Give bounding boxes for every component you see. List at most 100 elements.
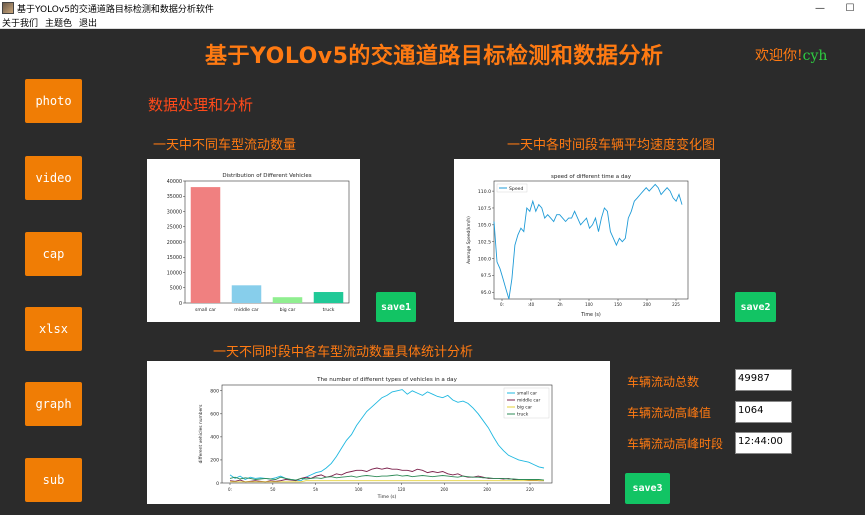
photo-button[interactable]: photo — [25, 79, 82, 123]
series-line — [229, 467, 544, 483]
y-tick-label: 107.5 — [478, 206, 491, 212]
x-tick-label: 50 — [270, 487, 276, 492]
y-tick-label: 105.0 — [478, 223, 491, 229]
x-tick-label: 0: — [228, 487, 232, 492]
chart-title-text: The number of different types of vehicle… — [316, 377, 458, 383]
x-tick-label: small car — [195, 307, 216, 313]
y-axis-label: different vehicles numbers — [198, 404, 204, 463]
x-tick-label: 100 — [355, 487, 363, 492]
y-tick-label: 95.0 — [481, 290, 491, 296]
speed-line-chart-svg: speed of different time a day 95.0 97.5 100… — [466, 174, 689, 318]
total-field[interactable]: 49987 — [735, 369, 792, 391]
vehicle-timeline-chart: The number of different types of vehicle… — [147, 361, 610, 504]
legend-label: small car — [517, 391, 537, 397]
username: cyh — [802, 48, 828, 64]
x-tick-label: :40 — [528, 302, 535, 307]
x-tick-label: 100 — [585, 302, 593, 307]
y-tick-label: 600 — [210, 412, 219, 418]
peak-label: 车辆流动高峰值 — [627, 406, 712, 420]
x-tick-label: big car — [280, 307, 296, 313]
window-controls: — ☐ — [805, 0, 865, 16]
window-title: 基于YOLOv5的交通道路目标检测和数据分析软件 — [17, 4, 214, 15]
chart1-title: 一天中不同车型流动数量 — [153, 138, 297, 153]
y-tick-label: 0 — [179, 301, 182, 307]
y-tick-label: 5000 — [170, 286, 182, 292]
y-tick-label: 102.5 — [478, 239, 491, 245]
y-axis-label: Average Speed(km/h) — [466, 216, 472, 264]
video-button[interactable]: video — [25, 156, 82, 200]
x-tick-label: 5h — [313, 487, 319, 492]
title-bar: 基于YOLOv5的交通道路目标检测和数据分析软件 — ☐ — [0, 0, 865, 16]
total-label: 车辆流动总数 — [627, 375, 700, 389]
x-tick-label: 200 — [643, 302, 651, 307]
bar — [190, 187, 221, 303]
maximize-button[interactable]: ☐ — [835, 0, 865, 16]
chart3-title: 一天不同时段中各车型流动数量具体统计分析 — [213, 345, 474, 360]
y-tick-label: 15000 — [167, 255, 182, 261]
y-tick-label: 40000 — [167, 179, 182, 185]
speed-series-line — [493, 183, 683, 300]
bar — [231, 285, 262, 303]
section-title: 数据处理和分析 — [148, 96, 254, 114]
xlsx-button[interactable]: xlsx — [25, 307, 82, 351]
y-tick-label: 200 — [210, 458, 219, 464]
x-tick-label: 120 — [398, 487, 406, 492]
legend-label: big car — [517, 405, 532, 411]
x-tick-label: 150 — [614, 302, 622, 307]
speed-chart: speed of different time a day 95.0 97.5 100… — [454, 159, 720, 322]
menu-theme[interactable]: 主题色 — [43, 16, 74, 29]
y-tick-label: 0 — [216, 481, 219, 487]
x-tick-label: 0: — [500, 302, 504, 307]
x-tick-label: 200 — [483, 487, 491, 492]
legend-label: middle car — [517, 398, 540, 404]
y-tick-label: 30000 — [167, 209, 182, 215]
peak-field[interactable]: 1064 — [735, 401, 792, 423]
menu-exit[interactable]: 退出 — [77, 16, 99, 29]
x-tick-label: truck — [323, 307, 335, 313]
chart-title-text: Distribution of Different Vehicles — [222, 173, 311, 179]
y-tick-label: 97.5 — [481, 273, 491, 279]
y-tick-label: 20000 — [167, 240, 182, 246]
vehicle-distribution-chart: Distribution of Different Vehicles 0 5000 1… — [147, 159, 360, 322]
y-tick-label: 35000 — [167, 194, 182, 200]
bar — [272, 297, 303, 303]
sub-button[interactable]: sub — [25, 458, 82, 502]
legend-label: Speed — [509, 186, 523, 192]
x-tick-label: 225 — [672, 302, 680, 307]
menu-bar: 关于我们 主题色 退出 — [0, 16, 865, 29]
save2-button[interactable]: save2 — [735, 292, 776, 322]
x-tick-label: middle car — [234, 307, 258, 313]
x-tick-label: 220 — [526, 487, 534, 492]
peak-time-field[interactable]: 12:44:00 — [735, 432, 792, 454]
x-tick-label: 200 — [440, 487, 448, 492]
y-tick-label: 400 — [210, 435, 219, 441]
x-axis-label: Time (s) — [377, 494, 397, 500]
page-title: 基于YOLOv5的交通道路目标检测和数据分析 — [205, 44, 664, 69]
cap-button[interactable]: cap — [25, 232, 82, 276]
legend-label: truck — [517, 412, 529, 418]
y-tick-label: 110.0 — [478, 189, 491, 195]
chart-title-text: speed of different time a day — [551, 174, 632, 180]
y-tick-label: 800 — [210, 389, 219, 395]
welcome-text: 欢迎你!cyh — [755, 45, 827, 65]
bar-chart-svg: Distribution of Different Vehicles 0 5000 1… — [167, 173, 350, 313]
y-tick-label: 10000 — [167, 270, 182, 276]
chart2-title: 一天中各时间段车辆平均速度变化图 — [507, 138, 716, 153]
y-tick-label: 100.0 — [478, 256, 491, 262]
series-line — [229, 389, 545, 482]
menu-about[interactable]: 关于我们 — [0, 16, 40, 29]
x-tick-label: 2h — [557, 302, 563, 307]
app-window: 基于YOLOv5的交通道路目标检测和数据分析软件 — ☐ 关于我们 主题色 退出… — [0, 0, 865, 515]
plot-frame — [493, 180, 689, 300]
graph-button[interactable]: graph — [25, 382, 82, 426]
save1-button[interactable]: save1 — [376, 292, 416, 322]
y-tick-label: 25000 — [167, 225, 182, 231]
minimize-button[interactable]: — — [805, 0, 835, 16]
app-logo-icon — [2, 2, 14, 14]
welcome-prefix: 欢迎你! — [755, 48, 803, 64]
x-axis-label: Time (s) — [580, 312, 601, 318]
timeline-line-chart-svg: The number of different types of vehicle… — [198, 377, 553, 500]
save3-button[interactable]: save3 — [625, 473, 670, 504]
bar — [313, 292, 344, 303]
peak-time-label: 车辆流动高峰时段 — [627, 437, 724, 451]
